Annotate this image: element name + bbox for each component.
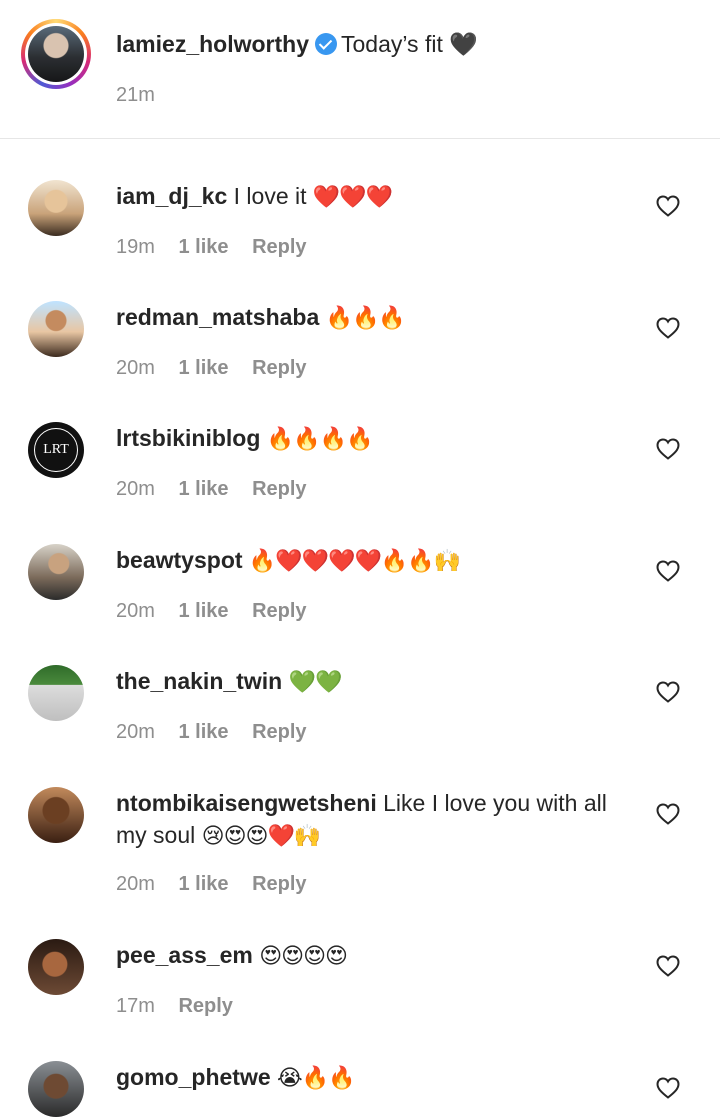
comment-emoji: 😢😍😍❤️🙌 (201, 824, 322, 849)
comment-text: iam_dj_kc I love it ❤️❤️❤️ (116, 180, 636, 214)
verified-badge-icon (314, 33, 337, 55)
comment-username[interactable]: gomo_phetwe (116, 1064, 271, 1090)
comment-username[interactable]: the_nakin_twin (116, 668, 282, 694)
comment-timestamp: 20m (116, 721, 155, 743)
comment-meta: 20m 1 like Reply (116, 478, 325, 501)
comment-timestamp: 17m (116, 995, 155, 1017)
heart-outline-icon[interactable] (656, 560, 680, 582)
heart-outline-icon[interactable] (656, 438, 680, 460)
comment-text: pee_ass_em 😍😍😍😍 (116, 939, 636, 973)
post-caption: lamiez_holworthy Today’s fit 🖤 21m (0, 0, 720, 139)
reply-button[interactable]: Reply (252, 357, 306, 379)
comment-emoji: 🔥🔥🔥🔥 (266, 427, 374, 452)
comment-username[interactable]: iam_dj_kc (116, 183, 227, 209)
avatar[interactable] (28, 301, 84, 357)
comment-text: redman_matshaba 🔥🔥🔥 (116, 301, 636, 335)
comment-meta: 20m 1 like Reply (116, 721, 325, 744)
heart-outline-icon[interactable] (656, 1077, 680, 1099)
avatar[interactable]: LRT (28, 422, 84, 478)
caption-text: Today’s fit 🖤 (340, 31, 478, 57)
comment-emoji: 😭🔥🔥 (277, 1066, 355, 1091)
comment-emoji: 😍😍😍😍 (259, 944, 348, 969)
avatar[interactable] (28, 939, 84, 995)
comment-username[interactable]: pee_ass_em (116, 942, 253, 968)
avatar-logo-text: LRT (34, 428, 78, 472)
avatar[interactable] (28, 26, 84, 82)
comment-username[interactable]: redman_matshaba (116, 304, 319, 330)
comment-body: I love it (233, 183, 307, 209)
comment-text: lrtsbikiniblog 🔥🔥🔥🔥 (116, 422, 636, 456)
comment-likes[interactable]: 1 like (178, 236, 228, 258)
comment-emoji: ❤️❤️❤️ (312, 185, 393, 210)
comment-text: gomo_phetwe 😭🔥🔥 (116, 1061, 636, 1095)
comment-meta: 19m 1 like Reply (116, 236, 325, 259)
comment-likes[interactable]: 1 like (178, 357, 228, 379)
heart-outline-icon[interactable] (656, 317, 680, 339)
reply-button[interactable]: Reply (252, 478, 306, 500)
comment-likes[interactable]: 1 like (178, 600, 228, 622)
reply-button[interactable]: Reply (178, 995, 232, 1017)
reply-button[interactable]: Reply (252, 873, 306, 895)
comment-timestamp: 19m (116, 236, 155, 258)
comment-text: the_nakin_twin 💚💚 (116, 665, 636, 699)
comment-text: ntombikaisengwetsheni Like I love you wi… (116, 787, 636, 853)
comment-likes[interactable]: 1 like (178, 873, 228, 895)
comment-meta: 20m 1 like Reply (116, 873, 325, 896)
reply-button[interactable]: Reply (252, 236, 306, 258)
comment-username[interactable]: ntombikaisengwetsheni (116, 790, 377, 816)
caption-line: lamiez_holworthy Today’s fit 🖤 (116, 28, 478, 60)
avatar[interactable] (28, 1061, 84, 1117)
caption-username[interactable]: lamiez_holworthy (116, 31, 309, 57)
comment-timestamp: 20m (116, 600, 155, 622)
reply-button[interactable]: Reply (252, 600, 306, 622)
comment-meta: 20m 1 like Reply (116, 357, 325, 380)
comment-meta: 20m 1 like Reply (116, 600, 325, 623)
heart-outline-icon[interactable] (656, 955, 680, 977)
heart-outline-icon[interactable] (656, 803, 680, 825)
comment-timestamp: 20m (116, 873, 155, 895)
comment-emoji: 🔥❤️❤️❤️❤️🔥🔥🙌 (248, 549, 461, 574)
reply-button[interactable]: Reply (252, 721, 306, 743)
comment-username[interactable]: lrtsbikiniblog (116, 425, 260, 451)
comment-likes[interactable]: 1 like (178, 721, 228, 743)
avatar[interactable] (28, 180, 84, 236)
comment-text: beawtyspot 🔥❤️❤️❤️❤️🔥🔥🙌 (116, 544, 636, 578)
comment-meta: 17m Reply (116, 995, 251, 1018)
avatar[interactable] (28, 544, 84, 600)
avatar[interactable] (28, 665, 84, 721)
story-ring[interactable] (21, 19, 91, 89)
comment-emoji: 💚💚 (288, 670, 343, 695)
comment-timestamp: 20m (116, 357, 155, 379)
comment-timestamp: 20m (116, 478, 155, 500)
avatar[interactable] (28, 787, 84, 843)
comment-likes[interactable]: 1 like (178, 478, 228, 500)
heart-outline-icon[interactable] (656, 195, 680, 217)
comment-emoji: 🔥🔥🔥 (325, 306, 406, 331)
comment-username[interactable]: beawtyspot (116, 547, 243, 573)
heart-outline-icon[interactable] (656, 681, 680, 703)
caption-timestamp: 21m (116, 84, 155, 106)
